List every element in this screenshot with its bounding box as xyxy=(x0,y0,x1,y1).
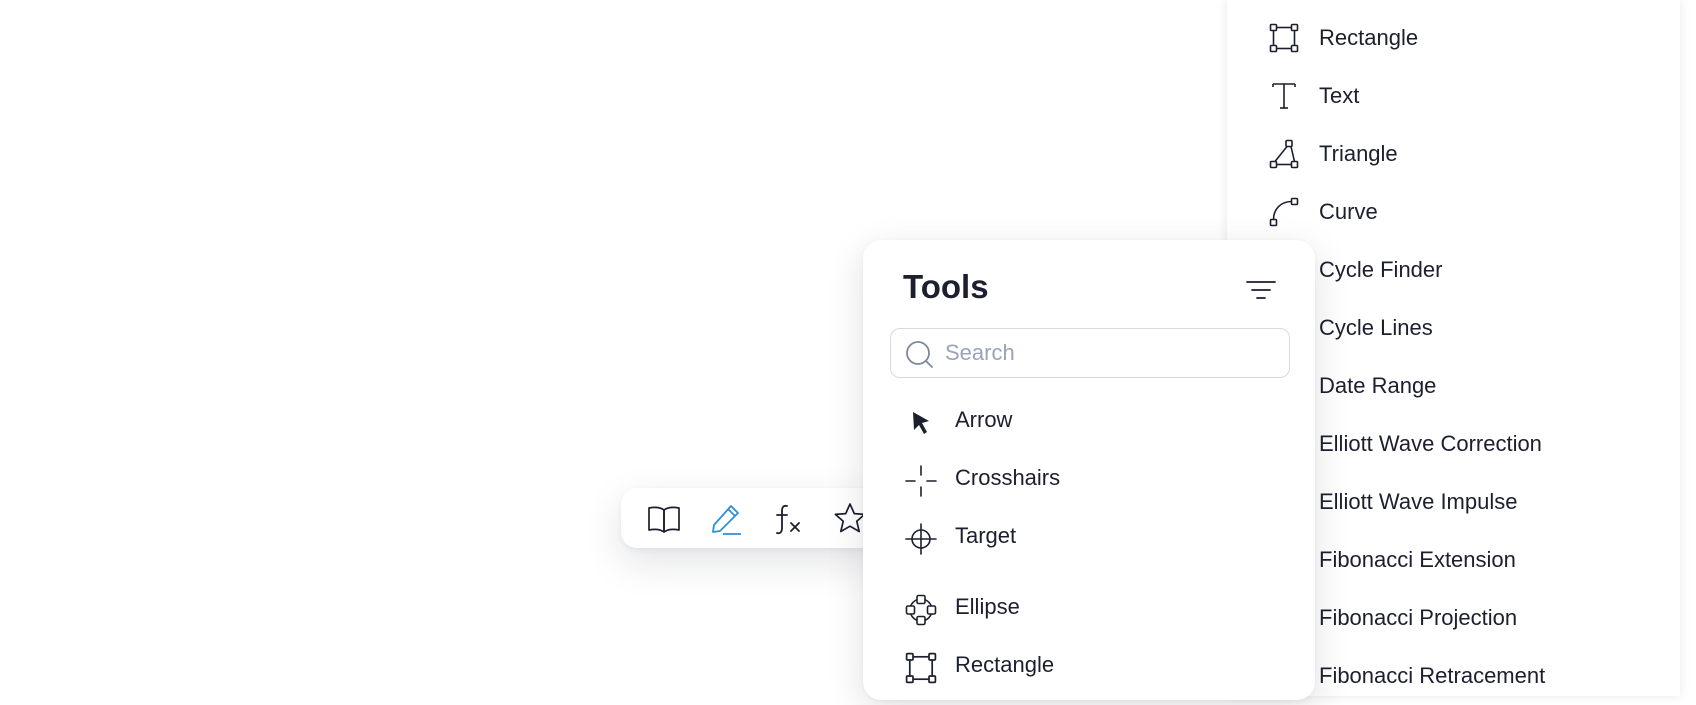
list-item-text[interactable]: Text xyxy=(1227,67,1680,125)
list-item-curve[interactable]: Curve xyxy=(1227,183,1680,241)
tool-item-label: Target xyxy=(955,523,1017,548)
tool-item-arrow[interactable]: Arrow xyxy=(863,393,1315,451)
list-item-rectangle[interactable]: Rectangle xyxy=(1227,9,1680,67)
arrow-cursor-icon xyxy=(905,407,935,437)
tool-item-rectangle[interactable]: Rectangle xyxy=(863,638,1315,696)
book-icon xyxy=(647,504,681,534)
draw-tool-button[interactable] xyxy=(707,500,745,538)
crosshairs-icon xyxy=(905,465,937,497)
tool-item-target[interactable]: Target xyxy=(863,509,1315,567)
list-item-label: Elliott Wave Correction xyxy=(1319,431,1542,456)
floating-toolbar xyxy=(621,488,889,548)
workspace-canvas: Rectangle Text Triangle Curve Cycle Find… xyxy=(0,0,1696,700)
list-item-label: Fibonacci Projection xyxy=(1319,605,1518,630)
search-icon xyxy=(905,340,933,368)
tools-panel: Tools Search Arrow Crosshairs Target Ell… xyxy=(863,240,1315,700)
curve-icon xyxy=(1269,197,1299,227)
tool-item-label: Ellipse xyxy=(955,594,1020,619)
triangle-icon xyxy=(1269,139,1299,169)
list-item-triangle[interactable]: Triangle xyxy=(1227,125,1680,183)
list-item-label: Triangle xyxy=(1319,141,1398,166)
indicators-button[interactable] xyxy=(769,500,807,538)
list-item-label: Date Range xyxy=(1319,373,1437,398)
target-icon xyxy=(905,523,937,555)
filter-button[interactable] xyxy=(1243,272,1279,308)
list-item-label: Cycle Lines xyxy=(1319,315,1433,340)
tool-item-label: Crosshairs xyxy=(955,465,1061,490)
list-item-label: Fibonacci Extension xyxy=(1319,547,1516,572)
tool-item-label: Rectangle xyxy=(955,652,1055,677)
filter-icon xyxy=(1243,272,1279,308)
tool-item-ellipse[interactable]: Ellipse xyxy=(863,580,1315,638)
list-item-label: Curve xyxy=(1319,199,1378,224)
library-button[interactable] xyxy=(645,500,683,538)
list-item-label: Elliott Wave Impulse xyxy=(1319,489,1518,514)
rectangle-icon xyxy=(905,652,937,684)
tool-item-label: Arrow xyxy=(955,407,1013,432)
rectangle-icon xyxy=(1269,23,1299,53)
function-icon xyxy=(771,502,805,536)
tools-title: Tools xyxy=(903,268,989,305)
pen-icon xyxy=(709,502,743,536)
search-input[interactable] xyxy=(943,329,1277,377)
search-box xyxy=(890,328,1290,378)
ellipse-icon xyxy=(905,594,937,626)
text-icon xyxy=(1269,81,1299,111)
list-item-label: Text xyxy=(1319,83,1360,108)
list-item-label: Fibonacci Retracement xyxy=(1319,663,1546,688)
tool-item-crosshairs[interactable]: Crosshairs xyxy=(863,451,1315,509)
list-item-label: Cycle Finder xyxy=(1319,257,1443,282)
list-item-label: Rectangle xyxy=(1319,25,1419,50)
